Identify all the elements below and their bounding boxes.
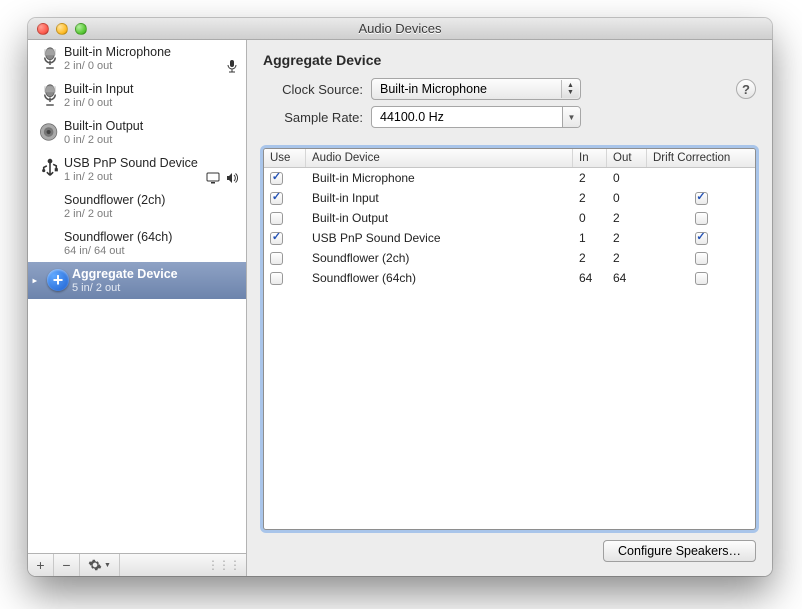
detail-panel: Aggregate Device Clock Source: Built-in … (247, 40, 772, 576)
row-in: 2 (573, 171, 607, 185)
device-list-item[interactable]: Aggregate Device5 in/ 2 out (28, 262, 246, 299)
device-io: 5 in/ 2 out (72, 282, 240, 294)
col-header-use[interactable]: Use (264, 149, 306, 167)
drift-checkbox[interactable] (695, 232, 708, 245)
action-menu-button[interactable]: ▼ (80, 554, 120, 576)
add-device-button[interactable]: + (28, 554, 54, 576)
col-header-name[interactable]: Audio Device (306, 149, 573, 167)
device-list: Built-in Microphone2 in/ 0 outBuilt-in I… (28, 40, 246, 553)
speaker-icon (36, 119, 64, 143)
device-io: 64 in/ 64 out (64, 245, 240, 257)
drift-checkbox[interactable] (695, 192, 708, 205)
row-device-name: USB PnP Sound Device (306, 231, 573, 245)
sample-rate-combo[interactable]: 44100.0 Hz ▼ (371, 106, 581, 128)
sample-rate-value: 44100.0 Hz (380, 110, 444, 124)
row-in: 2 (573, 191, 607, 205)
use-checkbox[interactable] (270, 232, 283, 245)
row-in: 1 (573, 231, 607, 245)
col-header-in[interactable]: In (573, 149, 607, 167)
device-name: Soundflower (64ch) (64, 230, 240, 244)
chevron-down-icon: ▼ (562, 107, 580, 127)
table-row[interactable]: Built-in Microphone20 (264, 168, 755, 188)
device-io: 2 in/ 2 out (64, 208, 240, 220)
drift-checkbox[interactable] (695, 212, 708, 225)
device-io: 2 in/ 0 out (64, 60, 240, 72)
row-out: 2 (607, 211, 647, 225)
gear-icon (88, 558, 102, 572)
aggregate-plus-icon (47, 269, 69, 291)
detail-heading: Aggregate Device (263, 52, 756, 68)
device-name: USB PnP Sound Device (64, 156, 240, 170)
device-name: Built-in Input (64, 82, 240, 96)
device-list-item[interactable]: Built-in Input2 in/ 0 out (28, 77, 246, 114)
plus-icon (44, 267, 72, 291)
row-out: 0 (607, 191, 647, 205)
table-body: Built-in Microphone20Built-in Input20 Bu… (264, 168, 755, 529)
window: Audio Devices Built-in Microphone2 in/ 0… (28, 18, 772, 576)
default-input-icon (226, 59, 238, 73)
device-name: Built-in Output (64, 119, 240, 133)
col-header-drift[interactable]: Drift Correction (647, 149, 755, 167)
device-list-item[interactable]: USB PnP Sound Device1 in/ 2 out (28, 151, 246, 188)
use-checkbox[interactable] (270, 272, 283, 285)
select-arrows-icon: ▲▼ (561, 80, 579, 98)
row-out: 2 (607, 231, 647, 245)
device-list-item[interactable]: Built-in Microphone2 in/ 0 out (28, 40, 246, 77)
default-output-icon (226, 172, 238, 184)
resize-grip[interactable]: ⋮⋮⋮ (207, 558, 240, 572)
row-out: 2 (607, 251, 647, 265)
table-row[interactable]: USB PnP Sound Device12 (264, 228, 755, 248)
device-name: Aggregate Device (72, 267, 240, 281)
use-checkbox[interactable] (270, 192, 283, 205)
row-device-name: Built-in Output (306, 211, 573, 225)
table-row[interactable]: Built-in Output02 (264, 208, 755, 228)
use-checkbox[interactable] (270, 172, 283, 185)
use-checkbox[interactable] (270, 252, 283, 265)
row-device-name: Soundflower (2ch) (306, 251, 573, 265)
drift-checkbox[interactable] (695, 272, 708, 285)
mic-icon (36, 82, 64, 108)
configure-speakers-button[interactable]: Configure Speakers… (603, 540, 756, 562)
system-output-icon (206, 172, 220, 184)
row-device-name: Built-in Microphone (306, 171, 573, 185)
device-name: Soundflower (2ch) (64, 193, 240, 207)
device-list-item[interactable]: Built-in Output0 in/ 2 out (28, 114, 246, 151)
row-device-name: Soundflower (64ch) (306, 271, 573, 285)
device-io: 2 in/ 0 out (64, 97, 240, 109)
subdevice-table: Use Audio Device In Out Drift Correction… (263, 148, 756, 530)
use-checkbox[interactable] (270, 212, 283, 225)
table-header: Use Audio Device In Out Drift Correction (264, 149, 755, 168)
row-in: 2 (573, 251, 607, 265)
window-title: Audio Devices (28, 21, 772, 36)
row-out: 64 (607, 271, 647, 285)
mic-icon (36, 45, 64, 71)
clock-source-select[interactable]: Built-in Microphone ▲▼ (371, 78, 581, 100)
none-icon (36, 193, 64, 195)
device-name: Built-in Microphone (64, 45, 240, 59)
device-sidebar: Built-in Microphone2 in/ 0 outBuilt-in I… (28, 40, 247, 576)
col-header-out[interactable]: Out (607, 149, 647, 167)
device-io: 0 in/ 2 out (64, 134, 240, 146)
table-row[interactable]: Soundflower (2ch)22 (264, 248, 755, 268)
none-icon (36, 230, 64, 232)
row-in: 0 (573, 211, 607, 225)
device-list-item[interactable]: Soundflower (2ch)2 in/ 2 out (28, 188, 246, 225)
row-device-name: Built-in Input (306, 191, 573, 205)
titlebar[interactable]: Audio Devices (28, 18, 772, 40)
remove-device-button[interactable]: − (54, 554, 80, 576)
table-row[interactable]: Built-in Input20 (264, 188, 755, 208)
device-list-item[interactable]: Soundflower (64ch)64 in/ 64 out (28, 225, 246, 262)
clock-source-value: Built-in Microphone (380, 82, 487, 96)
row-out: 0 (607, 171, 647, 185)
help-button[interactable]: ? (736, 79, 756, 99)
row-in: 64 (573, 271, 607, 285)
sample-rate-label: Sample Rate: (263, 110, 363, 125)
table-row[interactable]: Soundflower (64ch)6464 (264, 268, 755, 288)
drift-checkbox[interactable] (695, 252, 708, 265)
usb-icon (36, 156, 64, 180)
clock-source-label: Clock Source: (263, 82, 363, 97)
sidebar-footer: + − ▼ ⋮⋮⋮ (28, 553, 246, 576)
